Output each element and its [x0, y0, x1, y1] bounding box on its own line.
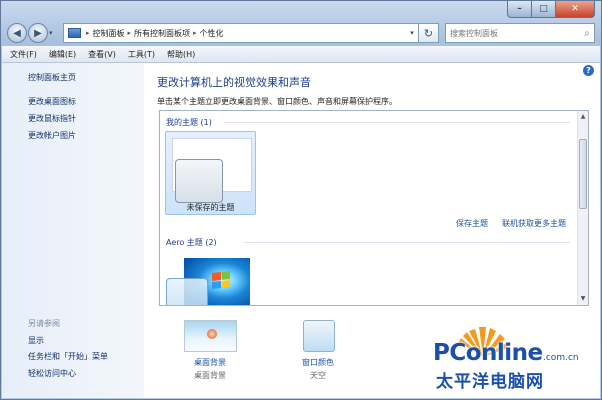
breadcrumb-control-panel[interactable]: 控制面板	[93, 28, 125, 39]
save-theme-link[interactable]: 保存主题	[456, 218, 488, 229]
theme-name: 未保存的主题	[186, 203, 235, 212]
theme-preview	[172, 138, 252, 203]
forward-button[interactable]: ▶	[28, 23, 48, 43]
task-sidebar: 控制面板主页 更改桌面图标 更改鼠标指针 更改帐户图片 另请参阅 显示 任务栏和…	[2, 63, 144, 398]
chevron-right-icon[interactable]: ▸	[193, 29, 197, 37]
desktop-background-value: 桌面背景	[194, 371, 226, 380]
forward-arrow-icon: ▶	[34, 27, 42, 39]
personalization-window: – □ ✕ ◀ ▶ ▾ ▸ 控制面板 ▸ 所有控制面板项 ▸ 个性化 ▾ ↻ ⌕…	[0, 0, 602, 400]
chevron-down-icon[interactable]: ▾	[406, 29, 418, 37]
sidebar-change-desktop-icons[interactable]: 更改桌面图标	[28, 96, 76, 107]
refresh-button[interactable]: ↻	[419, 23, 439, 43]
sidebar-taskbar-start-menu[interactable]: 任务栏和「开始」菜单	[28, 351, 108, 362]
navigation-bar: ◀ ▶ ▾ ▸ 控制面板 ▸ 所有控制面板项 ▸ 个性化 ▾ ↻ ⌕	[7, 21, 595, 45]
window-preview	[175, 159, 223, 203]
search-icon[interactable]: ⌕	[580, 28, 594, 39]
sidebar-ease-of-access[interactable]: 轻松访问中心	[28, 368, 76, 379]
menu-help[interactable]: 帮助(H)	[167, 49, 195, 60]
maximize-button[interactable]: □	[531, 1, 555, 18]
search-input[interactable]	[450, 28, 580, 38]
chevron-right-icon: ▸	[86, 29, 90, 37]
desktop-background-label[interactable]: 桌面背景	[194, 357, 226, 368]
get-more-themes-online-link[interactable]: 联机获取更多主题	[502, 218, 566, 229]
theme-list: 我的主题 (1) 未保存的主题 保存主题 联机获取更多主题 Aero 主题 (2…	[159, 110, 589, 306]
refresh-icon: ↻	[423, 26, 434, 40]
page-subtitle: 单击某个主题立即更改桌面背景、窗口颜色、声音和屏幕保护程序。	[157, 97, 397, 106]
sidebar-change-account-picture[interactable]: 更改帐户图片	[28, 130, 76, 141]
window-color-swatch[interactable]	[303, 320, 335, 352]
windows-logo-icon	[212, 271, 230, 289]
menu-file[interactable]: 文件(F)	[10, 49, 37, 60]
pconline-watermark: PConline .com.cn 太平洋电脑网	[433, 323, 601, 399]
group-divider	[244, 242, 570, 243]
theme-list-scrollbar[interactable]: ▲ ▼	[577, 111, 588, 305]
caption-buttons: – □ ✕	[507, 1, 595, 18]
menu-edit[interactable]: 编辑(E)	[49, 49, 76, 60]
recent-pages-dropdown[interactable]: ▾	[49, 29, 59, 37]
address-bar[interactable]: ▸ 控制面板 ▸ 所有控制面板项 ▸ 个性化 ▾	[63, 23, 419, 43]
scroll-up-icon[interactable]: ▲	[578, 112, 588, 122]
watermark-domain: .com.cn	[543, 353, 579, 363]
window-color-value: 天空	[310, 371, 326, 380]
back-arrow-icon: ◀	[13, 27, 21, 39]
aero-themes-heading: Aero 主题 (2)	[166, 238, 217, 247]
search-box[interactable]: ⌕	[445, 23, 595, 43]
window-color-label[interactable]: 窗口颜色	[302, 357, 334, 368]
theme-card-unsaved[interactable]: 未保存的主题	[165, 131, 256, 215]
sidebar-change-mouse-pointers[interactable]: 更改鼠标指针	[28, 113, 76, 124]
sidebar-display[interactable]: 显示	[28, 335, 44, 346]
minimize-button[interactable]: –	[507, 1, 531, 18]
sidebar-control-panel-home[interactable]: 控制面板主页	[28, 72, 76, 83]
my-themes-heading: 我的主题 (1)	[166, 118, 212, 127]
watermark-chinese-name: 太平洋电脑网	[436, 372, 544, 392]
scrollbar-thumb[interactable]	[579, 139, 587, 209]
desktop-background-thumbnail[interactable]	[184, 320, 237, 352]
breadcrumb-all-items[interactable]: 所有控制面板项	[134, 28, 190, 39]
menu-view[interactable]: 查看(V)	[88, 49, 116, 60]
scroll-down-icon[interactable]: ▼	[578, 294, 588, 304]
window-preview	[166, 278, 208, 305]
breadcrumb-personalization[interactable]: 个性化	[200, 28, 224, 39]
group-divider	[224, 122, 570, 123]
chevron-right-icon[interactable]: ▸	[128, 29, 132, 37]
watermark-brand: PConline	[433, 340, 543, 366]
flower-icon	[207, 329, 217, 339]
close-button[interactable]: ✕	[555, 1, 595, 18]
menu-tools[interactable]: 工具(T)	[128, 49, 155, 60]
menu-bar: 文件(F) 编辑(E) 查看(V) 工具(T) 帮助(H)	[2, 46, 600, 63]
page-title: 更改计算机上的视觉效果和声音	[157, 76, 311, 89]
help-icon[interactable]: ?	[583, 65, 594, 76]
control-panel-icon	[68, 28, 81, 38]
back-button[interactable]: ◀	[7, 23, 27, 43]
see-also-heading: 另请参阅	[28, 319, 60, 328]
